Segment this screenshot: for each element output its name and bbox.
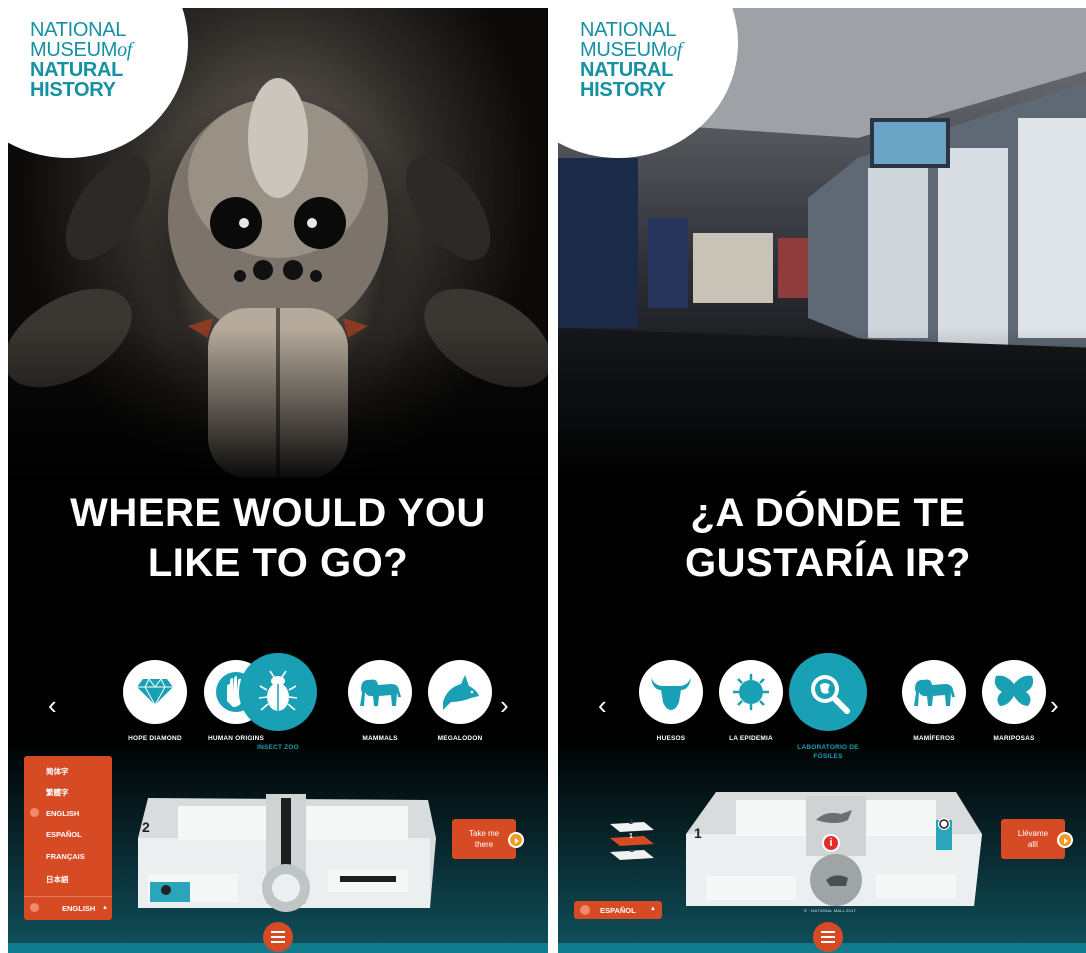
logo-line-natural: NATURAL — [580, 59, 674, 81]
language-option[interactable]: 日本語 — [46, 874, 69, 885]
destination-mariposas[interactable]: MARIPOSAS — [969, 660, 1059, 743]
floor-number: 1 — [694, 825, 702, 841]
carousel-next-button[interactable]: › — [500, 690, 509, 721]
destination-insect-zoo[interactable]: INSECT ZOO — [233, 653, 323, 752]
logo-line-museum: MUSEUMof — [580, 39, 683, 61]
destination-label: MAMMALS — [362, 735, 398, 742]
title-line-1: ¿A DÓNDE TE — [690, 491, 966, 535]
title-line-1: WHERE WOULD YOU — [70, 491, 486, 535]
page-title: WHERE WOULD YOU LIKE TO GO? — [8, 488, 548, 588]
floor-option-2[interactable]: 2 — [629, 819, 633, 826]
go-arrow-icon — [1057, 832, 1073, 848]
destination-label: LABORATORIO DE FÓSILES — [797, 744, 859, 760]
take-me-there-button[interactable]: Take me there — [452, 819, 524, 859]
destination-hope-diamond[interactable]: HOPE DIAMOND — [110, 660, 200, 743]
page-title: ¿A DÓNDE TE GUSTARÍA IR? — [558, 488, 1086, 588]
title-line-2: LIKE TO GO? — [147, 541, 409, 585]
take-me-there-button[interactable]: Llévame allí — [1001, 819, 1073, 859]
carousel-prev-button[interactable]: ‹ — [48, 690, 57, 721]
menu-button[interactable] — [813, 922, 843, 952]
butterfly-icon — [982, 660, 1046, 724]
destination-mammals[interactable]: MAMMALS — [335, 660, 425, 743]
logo-line-history: HISTORY — [30, 79, 116, 101]
destination-label: MARIPOSAS — [993, 735, 1035, 742]
magnifier-icon — [789, 653, 867, 731]
menu-button[interactable] — [263, 922, 293, 952]
caret-up-icon: ▲ — [102, 905, 108, 911]
language-selected: ESPAÑOL — [600, 906, 636, 915]
map-caption: © · NATIONAL MALL 2017 — [804, 908, 856, 913]
logo-line-history: HISTORY — [580, 79, 666, 101]
go-arrow-icon — [508, 832, 524, 848]
logo-line-national: NATIONAL — [580, 19, 677, 41]
hamburger-icon — [271, 931, 285, 943]
globe-icon — [30, 903, 39, 912]
carousel-prev-button[interactable]: ‹ — [598, 690, 607, 721]
language-option[interactable]: FRANÇAIS — [46, 852, 85, 861]
title-line-2: GUSTARÍA IR? — [685, 541, 971, 585]
floor-option-1[interactable]: 1 — [629, 833, 633, 840]
virus-icon — [719, 660, 783, 724]
destination-laboratorio-de-fosiles[interactable]: LABORATORIO DE FÓSILES — [783, 653, 873, 761]
selected-language-indicator — [30, 808, 39, 817]
logo-line-natural: NATURAL — [30, 59, 124, 81]
carousel-next-button[interactable]: › — [1050, 690, 1059, 721]
bull-skull-icon — [639, 660, 703, 724]
english-screen: NATIONAL MUSEUMof NATURAL HISTORY WHERE … — [8, 8, 548, 953]
info-marker-icon[interactable]: i — [822, 834, 840, 852]
lion-icon — [902, 660, 966, 724]
destination-label: MEGALODON — [437, 735, 483, 742]
spanish-screen: NATIONAL MUSEUMof NATURAL HISTORY ¿A DÓN… — [558, 8, 1086, 953]
hero-gradient — [558, 328, 1086, 488]
globe-icon — [580, 905, 590, 915]
language-selected[interactable]: ENGLISH — [62, 904, 95, 913]
take-me-there-label: Take me there — [468, 829, 500, 849]
beetle-icon — [239, 653, 317, 731]
caret-up-icon: ▲ — [650, 906, 656, 912]
destination-label: HUESOS — [656, 735, 686, 742]
logo-line-national: NATIONAL — [30, 19, 127, 41]
floor-number: 2 — [142, 819, 150, 835]
diamond-icon — [123, 660, 187, 724]
take-me-there-label: Llévame allí — [1017, 829, 1049, 849]
language-menu: 简体字 繁體字 ENGLISH ESPAÑOL FRANÇAIS 日本語 ENG… — [24, 756, 112, 920]
language-option[interactable]: ESPAÑOL — [46, 830, 82, 839]
language-option[interactable]: ENGLISH — [46, 809, 79, 818]
destination-mamiferos[interactable]: MAMÍFEROS — [889, 660, 979, 743]
beetle-marker-icon — [161, 885, 171, 895]
logo-line-museum: MUSEUMof — [30, 39, 133, 61]
destination-label: INSECT ZOO — [257, 744, 299, 751]
destination-huesos[interactable]: HUESOS — [626, 660, 716, 743]
language-button[interactable]: ESPAÑOL ▲ — [574, 901, 662, 919]
floor-map[interactable] — [118, 778, 448, 928]
destination-label: MAMÍFEROS — [913, 735, 955, 742]
hamburger-icon — [821, 931, 835, 943]
lion-icon — [348, 660, 412, 724]
destination-carousel: ‹ HUESOS LA EPIDEMIA LABORATORIO DE FÓSI… — [558, 648, 1086, 778]
floor-option-g[interactable]: G — [629, 847, 634, 854]
language-option[interactable]: 简体字 — [46, 766, 69, 777]
hero-gradient — [8, 328, 548, 488]
divider — [24, 896, 112, 897]
destination-megalodon[interactable]: MEGALODON — [415, 660, 505, 743]
shark-icon — [428, 660, 492, 724]
destination-label: HOPE DIAMOND — [128, 735, 182, 742]
language-option[interactable]: 繁體字 — [46, 787, 69, 798]
